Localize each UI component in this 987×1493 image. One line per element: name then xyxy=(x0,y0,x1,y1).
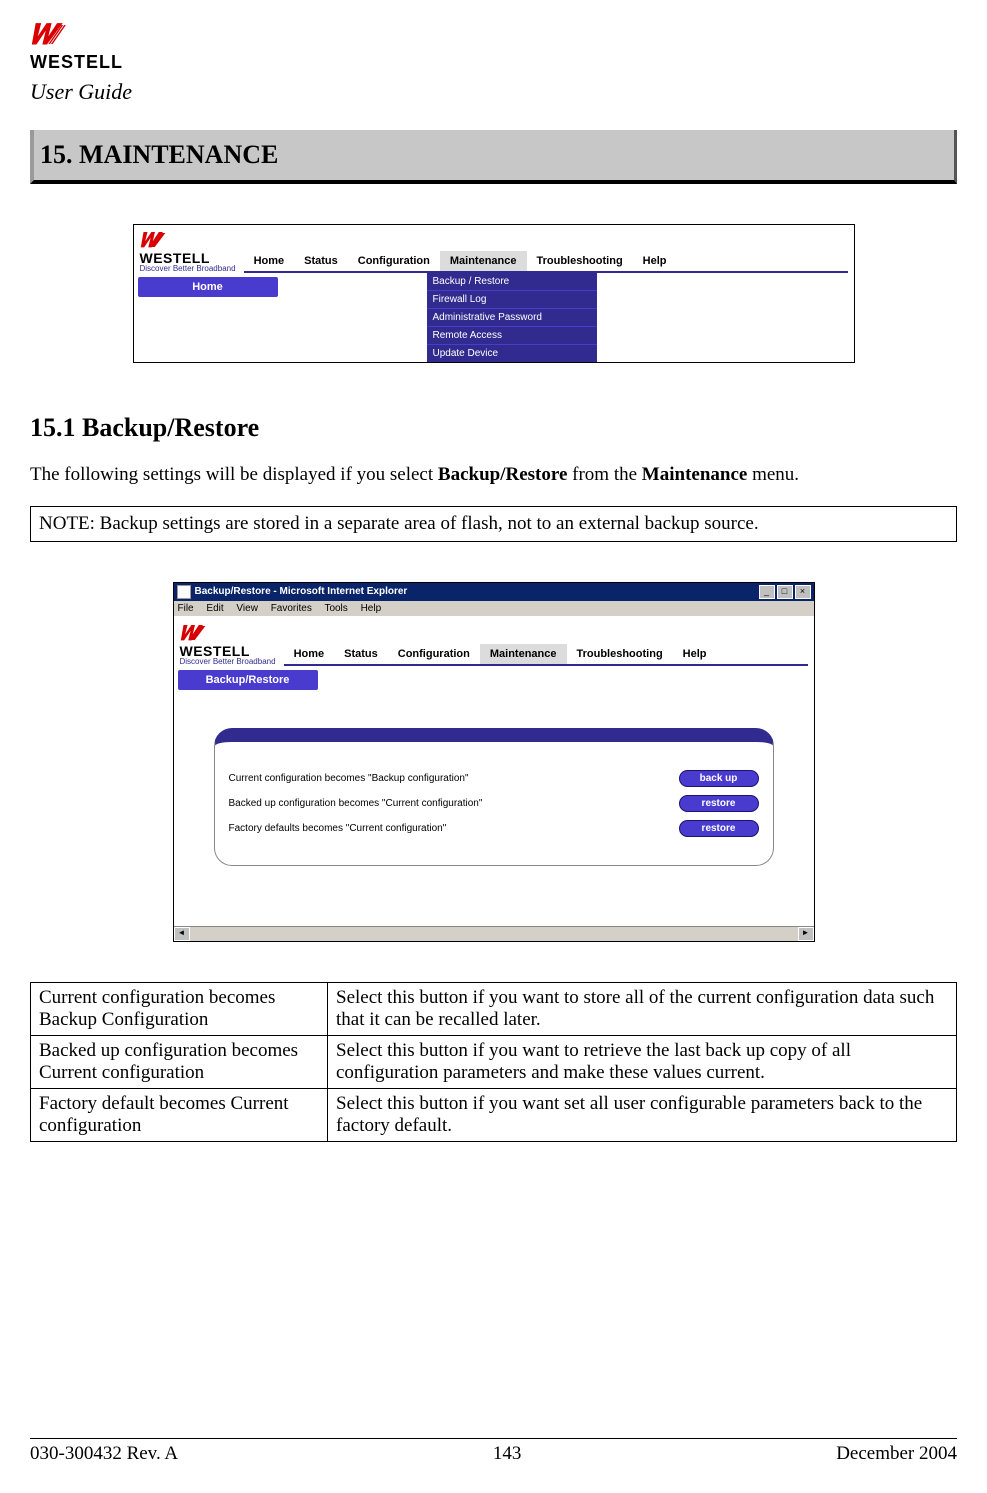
desc-cell: Select this button if you want to retrie… xyxy=(328,1035,957,1088)
subsection-heading: 15.1 Backup/Restore xyxy=(30,413,957,443)
menu-tools[interactable]: Tools xyxy=(324,603,347,614)
logo-brand: WESTELL xyxy=(140,251,236,265)
footer-rev: 030-300432 Rev. A xyxy=(30,1443,178,1465)
user-guide-label: User Guide xyxy=(30,79,957,105)
tab-home[interactable]: Home xyxy=(284,644,335,664)
tab-configuration[interactable]: Configuration xyxy=(348,251,440,271)
screenshot-logo: 𝑾⁄⁄ WESTELL Discover Better Broadband xyxy=(140,231,236,273)
browser-menubar: File Edit View Favorites Tools Help xyxy=(174,601,814,616)
logo-brand: WESTELL xyxy=(30,52,123,72)
table-row: Backed up configuration becomes Current … xyxy=(31,1035,957,1088)
close-button[interactable]: × xyxy=(795,585,811,599)
term-cell: Current configuration becomes Backup Con… xyxy=(31,982,328,1035)
footer-page-number: 143 xyxy=(493,1443,522,1465)
row-label: Factory defaults becomes "Current config… xyxy=(229,823,447,834)
dropdown-admin-password[interactable]: Administrative Password xyxy=(427,309,597,327)
tab-troubleshooting[interactable]: Troubleshooting xyxy=(527,251,633,271)
desc-cell: Select this button if you want set all u… xyxy=(328,1088,957,1141)
intro-text: from the xyxy=(567,464,641,485)
menu-help[interactable]: Help xyxy=(361,603,382,614)
footer-date: December 2004 xyxy=(836,1443,957,1465)
intro-bold-maintenance: Maintenance xyxy=(642,464,748,485)
main-tabbar: Home Status Configuration Maintenance Tr… xyxy=(244,251,848,273)
definitions-table: Current configuration becomes Backup Con… xyxy=(30,982,957,1142)
window-titlebar: Backup/Restore - Microsoft Internet Expl… xyxy=(174,583,814,601)
dropdown-firewall-log[interactable]: Firewall Log xyxy=(427,291,597,309)
tab-maintenance[interactable]: Maintenance xyxy=(480,644,567,664)
dropdown-update-device[interactable]: Update Device xyxy=(427,345,597,362)
intro-text: menu. xyxy=(747,464,799,485)
menu-favorites[interactable]: Favorites xyxy=(271,603,312,614)
tab-maintenance[interactable]: Maintenance xyxy=(440,251,527,271)
screenshot-menu: 𝑾⁄⁄ WESTELL Discover Better Broadband Ho… xyxy=(133,224,855,363)
sidebar-home-button[interactable]: Home xyxy=(138,277,278,297)
row-restore-backup: Backed up configuration becomes "Current… xyxy=(229,795,759,812)
tab-home[interactable]: Home xyxy=(244,251,295,271)
logo-tagline: Discover Better Broadband xyxy=(140,265,236,273)
logo-swoosh-icon: 𝑾⁄⁄ xyxy=(30,20,59,51)
dropdown-backup-restore[interactable]: Backup / Restore xyxy=(427,273,597,291)
scroll-right-button[interactable]: ► xyxy=(798,927,814,941)
backup-button[interactable]: back up xyxy=(679,770,759,787)
intro-paragraph: The following settings will be displayed… xyxy=(30,463,957,488)
desc-cell: Select this button if you want to store … xyxy=(328,982,957,1035)
table-row: Factory default becomes Current configur… xyxy=(31,1088,957,1141)
main-tabbar: Home Status Configuration Maintenance Tr… xyxy=(284,644,808,666)
backup-restore-panel: Current configuration becomes "Backup co… xyxy=(214,728,774,866)
screenshot-browser: Backup/Restore - Microsoft Internet Expl… xyxy=(173,582,815,942)
menu-file[interactable]: File xyxy=(178,603,194,614)
logo-tagline: Discover Better Broadband xyxy=(180,658,276,666)
logo-swoosh-icon: 𝑾⁄⁄ xyxy=(180,623,199,645)
restore-button[interactable]: restore xyxy=(679,795,759,812)
logo-swoosh-icon: 𝑾⁄⁄ xyxy=(140,230,159,252)
tab-configuration[interactable]: Configuration xyxy=(388,644,480,664)
dropdown-remote-access[interactable]: Remote Access xyxy=(427,327,597,345)
minimize-button[interactable]: _ xyxy=(759,585,775,599)
tab-troubleshooting[interactable]: Troubleshooting xyxy=(567,644,673,664)
row-restore-factory: Factory defaults becomes "Current config… xyxy=(229,820,759,837)
menu-view[interactable]: View xyxy=(236,603,258,614)
table-row: Current configuration becomes Backup Con… xyxy=(31,982,957,1035)
restore-factory-button[interactable]: restore xyxy=(679,820,759,837)
ie-icon xyxy=(177,585,191,599)
screenshot-logo: 𝑾⁄⁄ WESTELL Discover Better Broadband xyxy=(180,624,276,666)
intro-text: The following settings will be displayed… xyxy=(30,464,438,485)
logo-brand: WESTELL xyxy=(180,644,276,658)
sidebar-backup-restore-button[interactable]: Backup/Restore xyxy=(178,670,318,690)
page-header: 𝑾⁄⁄ WESTELL User Guide xyxy=(30,20,957,105)
scroll-left-button[interactable]: ◄ xyxy=(174,927,190,941)
row-label: Backed up configuration becomes "Current… xyxy=(229,798,483,809)
maintenance-dropdown: Backup / Restore Firewall Log Administra… xyxy=(427,273,597,362)
section-title: 15. MAINTENANCE xyxy=(30,130,957,184)
term-cell: Backed up configuration becomes Current … xyxy=(31,1035,328,1088)
row-label: Current configuration becomes "Backup co… xyxy=(229,773,469,784)
window-title: Backup/Restore - Microsoft Internet Expl… xyxy=(195,586,759,597)
page-footer: 030-300432 Rev. A 143 December 2004 xyxy=(30,1438,957,1465)
westell-logo: 𝑾⁄⁄ WESTELL xyxy=(30,20,957,73)
intro-bold-backup: Backup/Restore xyxy=(438,464,567,485)
row-backup: Current configuration becomes "Backup co… xyxy=(229,770,759,787)
menu-edit[interactable]: Edit xyxy=(206,603,223,614)
note-box: NOTE: Backup settings are stored in a se… xyxy=(30,506,957,542)
tab-help[interactable]: Help xyxy=(673,644,717,664)
term-cell: Factory default becomes Current configur… xyxy=(31,1088,328,1141)
horizontal-scrollbar[interactable]: ◄ ► xyxy=(174,926,814,941)
maximize-button[interactable]: □ xyxy=(777,585,793,599)
tab-status[interactable]: Status xyxy=(334,644,388,664)
tab-help[interactable]: Help xyxy=(633,251,677,271)
tab-status[interactable]: Status xyxy=(294,251,348,271)
